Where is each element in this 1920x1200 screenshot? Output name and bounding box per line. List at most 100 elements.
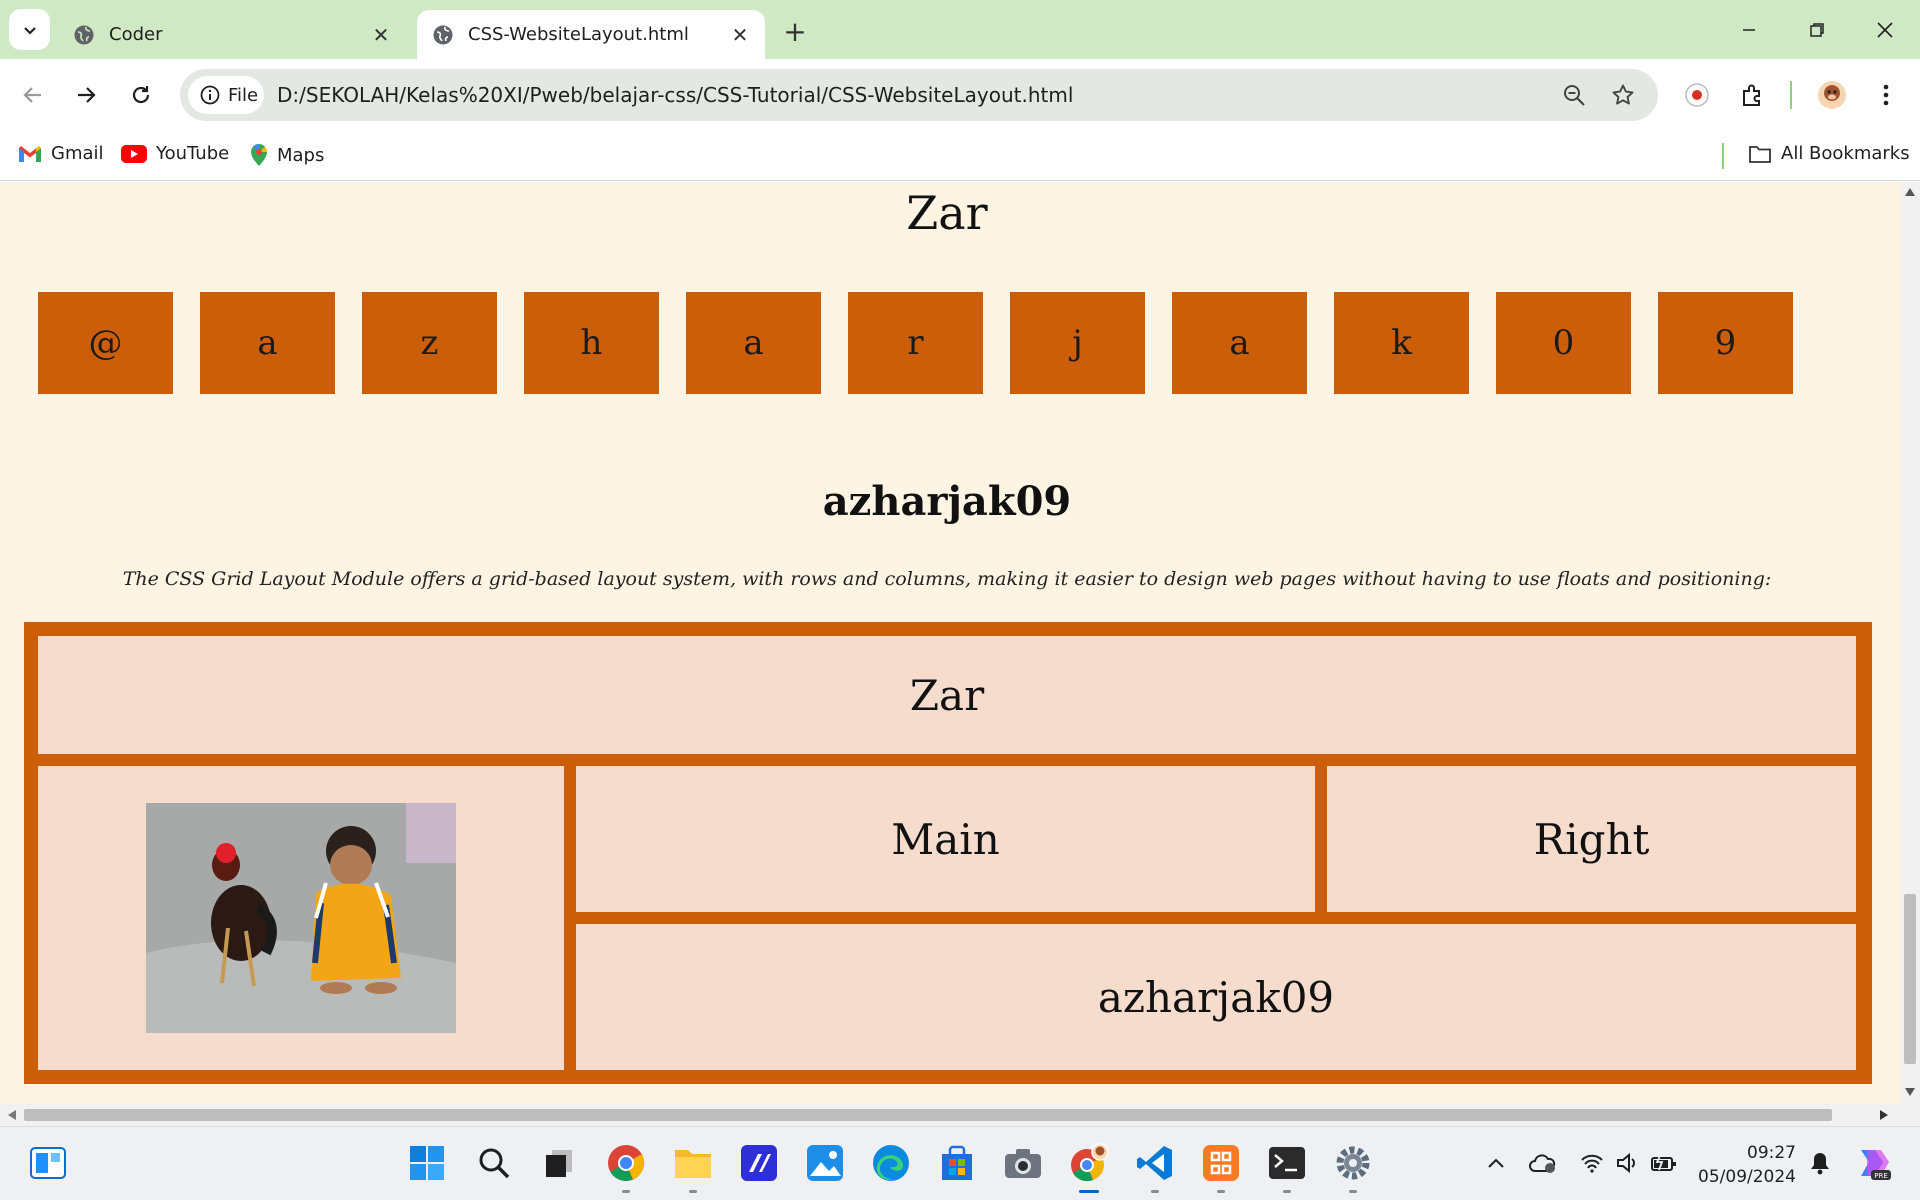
terminal-icon[interactable] bbox=[1265, 1141, 1309, 1193]
arrow-right-icon bbox=[78, 87, 96, 103]
code-editor-icon[interactable] bbox=[737, 1141, 781, 1185]
flex-item: a bbox=[200, 292, 335, 394]
scroll-left-icon[interactable] bbox=[8, 1110, 16, 1120]
youtube-icon bbox=[121, 144, 147, 163]
windows-taskbar: 09:27 05/09/2024 PRE bbox=[0, 1126, 1920, 1200]
maps-icon bbox=[251, 144, 267, 166]
copilot-icon[interactable]: PRE bbox=[1850, 1141, 1894, 1185]
all-bookmarks-label: All Bookmarks bbox=[1781, 143, 1910, 164]
clock-date: 05/09/2024 bbox=[1698, 1167, 1796, 1187]
page-viewport: Zar @ a z h a r j a k 0 9 azharjak09 The… bbox=[0, 182, 1900, 1104]
bookmark-label: Maps bbox=[277, 144, 325, 166]
flex-item: a bbox=[686, 292, 821, 394]
settings-gear-icon[interactable] bbox=[1331, 1141, 1375, 1193]
flex-item: j bbox=[1010, 292, 1145, 394]
start-windows-icon[interactable] bbox=[405, 1141, 449, 1185]
notification-bell-icon[interactable] bbox=[1798, 1141, 1842, 1185]
task-view-icon[interactable] bbox=[537, 1141, 581, 1185]
tab-coder[interactable]: Coder ✕ bbox=[58, 10, 406, 59]
reload-icon bbox=[132, 86, 150, 104]
tab-search-button[interactable] bbox=[9, 9, 50, 50]
chrome-taskbar-icon[interactable] bbox=[604, 1141, 648, 1193]
clock-time: 09:27 bbox=[1747, 1143, 1796, 1163]
zoom-icon[interactable] bbox=[1561, 82, 1587, 108]
site-info-chip[interactable]: File bbox=[188, 76, 264, 114]
battery-icon[interactable] bbox=[1642, 1141, 1686, 1185]
onedrive-icon[interactable] bbox=[1521, 1141, 1565, 1185]
all-bookmarks-button[interactable]: All Bookmarks bbox=[1748, 143, 1910, 164]
close-icon bbox=[1877, 22, 1893, 38]
address-bar[interactable]: File D:/SEKOLAH/Kelas%20XI/Pweb/belajar-… bbox=[180, 69, 1658, 121]
tab-title: CSS-WebsiteLayout.html bbox=[468, 24, 689, 45]
bookmark-label: YouTube bbox=[156, 143, 230, 164]
grid-header: Zar bbox=[38, 636, 1856, 754]
new-tab-button[interactable]: + bbox=[778, 14, 812, 48]
running-indicator bbox=[1151, 1190, 1159, 1193]
vscode-icon[interactable] bbox=[1133, 1141, 1177, 1193]
chevron-down-icon bbox=[23, 26, 36, 35]
vertical-scroll-thumb[interactable] bbox=[1904, 894, 1916, 1064]
restore-button[interactable] bbox=[1792, 8, 1842, 52]
page-title-zar: Zar bbox=[906, 186, 988, 240]
running-indicator bbox=[622, 1190, 630, 1193]
flex-item: 9 bbox=[1658, 292, 1793, 394]
file-explorer-icon[interactable] bbox=[671, 1141, 715, 1193]
close-tab-icon[interactable]: ✕ bbox=[729, 23, 751, 47]
scroll-up-icon[interactable] bbox=[1905, 188, 1915, 196]
reload-button[interactable] bbox=[121, 75, 161, 115]
profile-avatar[interactable] bbox=[1814, 77, 1850, 113]
info-icon bbox=[200, 85, 220, 105]
url-text[interactable]: D:/SEKOLAH/Kelas%20XI/Pweb/belajar-css/C… bbox=[277, 83, 1073, 107]
horizontal-scrollbar[interactable] bbox=[0, 1104, 1920, 1126]
gmail-icon bbox=[19, 145, 41, 162]
grid-footer: azharjak09 bbox=[576, 924, 1856, 1070]
bookmark-star-icon[interactable] bbox=[1610, 82, 1636, 108]
flex-item: h bbox=[524, 292, 659, 394]
record-extension-icon[interactable] bbox=[1679, 77, 1715, 113]
grid-left-menu bbox=[38, 766, 564, 1070]
forward-button[interactable] bbox=[66, 75, 106, 115]
restore-icon bbox=[1810, 23, 1824, 37]
menu-kebab-icon[interactable] bbox=[1868, 77, 1904, 113]
flex-item: a bbox=[1172, 292, 1307, 394]
minimize-icon bbox=[1743, 29, 1755, 31]
close-tab-icon[interactable]: ✕ bbox=[370, 23, 392, 47]
flex-item: @ bbox=[38, 292, 173, 394]
minimize-button[interactable] bbox=[1724, 8, 1774, 52]
extensions-puzzle-icon[interactable] bbox=[1735, 77, 1771, 113]
tab-strip: Coder ✕ CSS-WebsiteLayout.html ✕ + bbox=[0, 0, 1920, 59]
camera-icon[interactable] bbox=[1001, 1141, 1045, 1185]
browser-toolbar: File D:/SEKOLAH/Kelas%20XI/Pweb/belajar-… bbox=[0, 59, 1920, 131]
system-clock[interactable]: 09:27 05/09/2024 bbox=[1698, 1141, 1796, 1189]
back-button[interactable] bbox=[13, 75, 53, 115]
globe-icon bbox=[433, 25, 453, 44]
bookmarks-divider bbox=[1722, 143, 1724, 169]
page-heading: azharjak09 bbox=[822, 478, 1072, 525]
arrow-left-icon bbox=[23, 87, 41, 103]
chevron-up-icon[interactable] bbox=[1474, 1141, 1518, 1185]
scroll-down-icon[interactable] bbox=[1905, 1088, 1915, 1096]
vertical-scrollbar[interactable] bbox=[1900, 182, 1920, 1104]
widgets-icon[interactable] bbox=[26, 1141, 70, 1185]
scroll-right-icon[interactable] bbox=[1880, 1110, 1888, 1120]
microsoft-store-icon[interactable] bbox=[935, 1141, 979, 1185]
search-icon[interactable] bbox=[472, 1141, 516, 1185]
bookmark-gmail[interactable]: Gmail bbox=[18, 143, 104, 164]
active-indicator bbox=[1079, 1190, 1099, 1193]
bookmark-maps[interactable]: Maps bbox=[250, 143, 324, 167]
tab-title: Coder bbox=[109, 24, 163, 45]
horizontal-scroll-thumb[interactable] bbox=[24, 1109, 1832, 1121]
chrome-profile-taskbar-icon[interactable] bbox=[1067, 1141, 1111, 1193]
scheme-label: File bbox=[228, 84, 259, 106]
close-window-button[interactable] bbox=[1860, 8, 1910, 52]
grid-main: Main bbox=[576, 766, 1315, 912]
edge-icon[interactable] bbox=[869, 1141, 913, 1185]
globe-icon bbox=[74, 25, 94, 44]
running-indicator bbox=[1349, 1190, 1357, 1193]
photos-icon[interactable] bbox=[803, 1141, 847, 1185]
bookmark-youtube[interactable]: YouTube bbox=[121, 143, 229, 164]
tab-css-websitelayout[interactable]: CSS-WebsiteLayout.html ✕ bbox=[417, 10, 765, 59]
xampp-icon[interactable] bbox=[1199, 1141, 1243, 1193]
running-indicator bbox=[689, 1190, 697, 1193]
flex-item: 0 bbox=[1496, 292, 1631, 394]
